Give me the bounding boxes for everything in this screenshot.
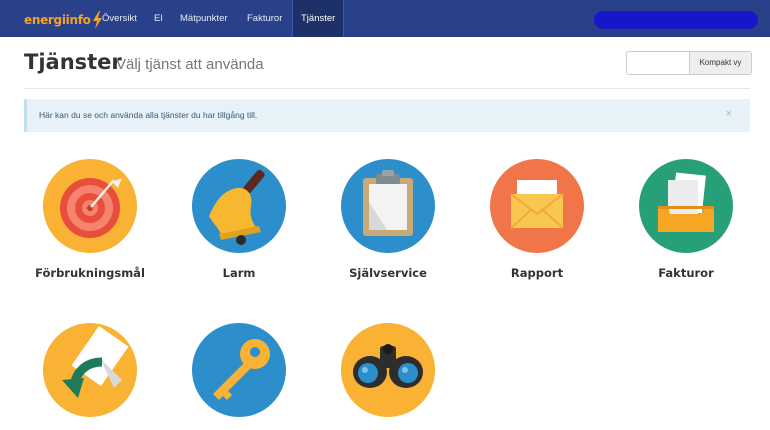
envelope-icon <box>490 159 584 253</box>
document-return-icon <box>43 323 137 417</box>
service-tile-fakturor[interactable]: Fakturor <box>616 158 756 280</box>
alert-text: Här kan du se och använda alla tjänster … <box>39 110 258 120</box>
target-icon <box>43 159 137 253</box>
page-subtitle: Välj tjänst att använda <box>116 56 264 73</box>
service-label: Rapport <box>510 266 564 280</box>
service-tile-rapport[interactable]: Rapport <box>467 158 607 280</box>
key-icon <box>192 323 286 417</box>
nav-item-matpunkter[interactable]: Mätpunkter <box>180 0 228 37</box>
clipboard-icon <box>341 159 435 253</box>
compact-view-control: Kompakt vy <box>626 51 752 75</box>
service-label: Fakturor <box>658 266 714 280</box>
service-label: Larm <box>222 266 256 280</box>
service-tile-sjalvservice[interactable]: Självservice <box>318 158 458 280</box>
service-tile-document-return[interactable] <box>20 322 160 430</box>
nav-item-tjanster[interactable]: Tjänster <box>292 0 345 37</box>
bell-icon <box>192 159 286 253</box>
invoice-tray-icon <box>639 159 733 253</box>
service-tile-larm[interactable]: Larm <box>169 158 309 280</box>
info-alert: Här kan du se och använda alla tjänster … <box>24 99 750 132</box>
nav-item-fakturor[interactable]: Fakturor <box>247 0 282 37</box>
energiinfo-logo[interactable]: energiinfo <box>24 11 103 29</box>
nav-item-oversikt[interactable]: Översikt <box>102 0 137 37</box>
page-header: Tjänster Välj tjänst att använda Kompakt… <box>24 48 752 89</box>
nav-item-el[interactable]: El <box>154 0 162 37</box>
service-tile-binoculars[interactable] <box>318 322 458 430</box>
close-icon[interactable]: × <box>726 108 732 120</box>
logo-text: energiinfo <box>24 13 91 27</box>
binoculars-icon <box>341 323 435 417</box>
service-tile-key[interactable] <box>169 322 309 430</box>
compact-view-button[interactable]: Kompakt vy <box>690 52 751 74</box>
service-label: Förbrukningsmål <box>35 266 145 280</box>
service-tile-forbrukningsmal[interactable]: Förbrukningsmål <box>20 158 160 280</box>
top-navbar: energiinfo Översikt El Mätpunkter Faktur… <box>0 0 770 37</box>
service-label: Självservice <box>349 266 427 280</box>
compact-view-input[interactable] <box>627 52 690 74</box>
page-title: Tjänster <box>24 50 122 74</box>
user-menu-redacted[interactable] <box>594 11 758 29</box>
lightning-bolt-icon <box>92 11 102 29</box>
